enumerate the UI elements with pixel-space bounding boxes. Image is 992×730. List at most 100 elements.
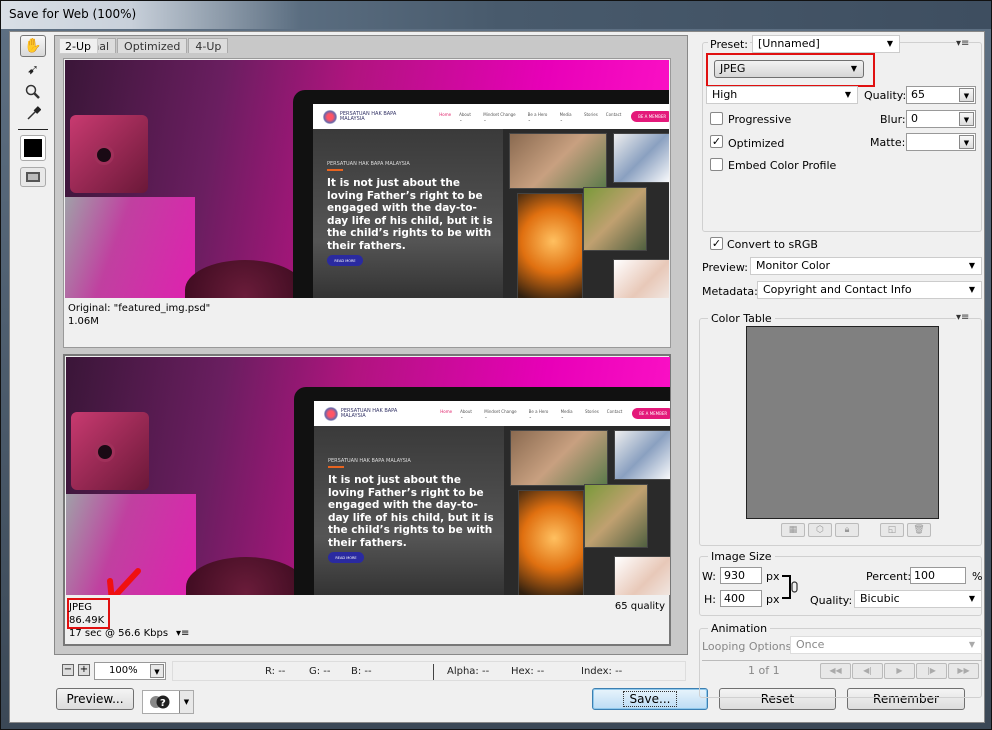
optimized-info: JPEG 86.49K 17 sec @ 56.6 Kbps ▾≡ <box>69 601 189 640</box>
last-frame-icon[interactable]: ▶▶ <box>948 663 979 679</box>
site-hero: PERSATUAN HAK BAPA MALAYSIA It is not ju… <box>314 426 504 595</box>
save-button[interactable]: Save... <box>592 688 708 710</box>
photo-collage <box>504 426 670 595</box>
preset-select[interactable]: [Unnamed] ▼ <box>752 35 900 53</box>
embed-color-profile-checkbox[interactable] <box>710 158 723 171</box>
slice-visibility-icon <box>26 172 40 182</box>
collage-photo <box>584 484 648 548</box>
optimized-file-size: 86.49K <box>69 615 105 626</box>
looping-options-select[interactable]: Once ▼ <box>790 636 982 654</box>
color-table[interactable] <box>746 326 939 519</box>
site-nav-link: Contact <box>606 408 623 414</box>
next-frame-icon[interactable]: |▶ <box>916 663 947 679</box>
chevron-down-icon: ▼ <box>886 39 893 48</box>
optimized-preview-pane[interactable]: PERSATUAN HAK BAPA MALAYSIA Home About ⌄… <box>63 354 671 646</box>
quality-input[interactable]: 65 ▼ <box>906 86 976 104</box>
optimized-image[interactable]: PERSATUAN HAK BAPA MALAYSIA Home About ⌄… <box>66 357 670 595</box>
site-logo-icon <box>323 109 337 124</box>
chevron-down-icon: ▼ <box>968 285 975 294</box>
optimized-checkbox[interactable]: ✓ <box>710 135 723 148</box>
readout-r: R: -- <box>265 666 286 677</box>
collage-photo <box>518 490 584 595</box>
quality-value: 65 <box>911 88 925 101</box>
tab-4-up[interactable]: 4-Up <box>188 38 229 53</box>
eyedropper-tool-button[interactable] <box>20 103 46 125</box>
convert-srgb-checkbox[interactable]: ✓ <box>710 237 723 250</box>
zoom-level-value: 100% <box>109 665 138 676</box>
collage-photo <box>614 556 670 595</box>
tab-2-up[interactable]: 2-Up <box>59 38 99 54</box>
zoom-out-button[interactable]: − <box>62 664 74 676</box>
zoom-in-button[interactable]: + <box>78 664 90 676</box>
web-shift-icon[interactable]: ⬡ <box>808 523 832 537</box>
blur-input[interactable]: 0 ▼ <box>906 110 976 128</box>
matte-select[interactable]: ▼ <box>906 133 976 151</box>
site-nav: PERSATUAN HAK BAPA MALAYSIA Home About ⌄… <box>314 401 670 426</box>
original-image[interactable]: PERSATUAN HAK BAPA MALAYSIA Home About ⌄… <box>65 60 669 298</box>
embed-color-profile-label: Embed Color Profile <box>728 159 837 172</box>
lock-icon[interactable]: 🔒︎ <box>835 523 859 537</box>
slice-select-tool-button[interactable]: ➹ <box>20 59 46 81</box>
chevron-down-icon[interactable]: ▼ <box>179 691 193 713</box>
collage-photo <box>583 187 647 251</box>
resample-quality-select[interactable]: Bicubic ▼ <box>854 590 982 608</box>
width-input[interactable]: 930 <box>720 567 762 584</box>
metadata-select[interactable]: Copyright and Contact Info ▼ <box>757 281 982 299</box>
height-input[interactable]: 400 <box>720 590 762 607</box>
view-tabs: Original Optimized 2-Up 4-Up <box>59 38 229 54</box>
readout-alpha: Alpha: -- <box>447 666 490 677</box>
svg-text:?: ? <box>160 698 166 709</box>
metadata-label: Metadata: <box>702 285 758 298</box>
hand-icon: ✋ <box>24 38 42 54</box>
progressive-checkbox[interactable] <box>710 112 723 125</box>
quality-label: Quality: <box>864 89 907 102</box>
constrain-proportions-link-icon[interactable] <box>782 574 798 600</box>
preview-select[interactable]: Monitor Color ▼ <box>750 257 982 275</box>
preset-menu-icon[interactable]: ▾≡ <box>956 38 970 49</box>
width-unit: px <box>766 570 780 583</box>
original-preview-pane[interactable]: PERSATUAN HAK BAPA MALAYSIA Home About ⌄… <box>63 58 671 348</box>
file-format-select[interactable]: JPEG ▼ <box>714 60 864 78</box>
site-nav-link: Contact <box>605 111 622 117</box>
play-icon[interactable]: ▶ <box>884 663 915 679</box>
animation-divider <box>702 660 982 661</box>
trash-icon[interactable]: 🗑︎ <box>907 523 931 537</box>
laptop-screen: PERSATUAN HAK BAPA MALAYSIA Home About ⌄… <box>314 401 670 595</box>
transparency-icon[interactable]: ▦ <box>781 523 805 537</box>
laptop-graphic: PERSATUAN HAK BAPA MALAYSIA Home About ⌄… <box>294 387 670 595</box>
toolbox-divider <box>18 129 48 130</box>
download-speed-menu-icon[interactable]: ▾≡ <box>176 628 189 639</box>
tab-optimized[interactable]: Optimized <box>117 38 188 53</box>
magnifier-icon <box>25 84 40 99</box>
browser-preview-select[interactable]: ? ▼ <box>142 690 194 714</box>
site-nav-link: Home <box>440 408 453 414</box>
chevron-down-icon[interactable]: ▼ <box>959 88 974 102</box>
zoom-level-select[interactable]: 100% ▼ <box>94 662 166 680</box>
chevron-down-icon[interactable]: ▼ <box>150 664 164 678</box>
site-kicker: PERSATUAN HAK BAPA MALAYSIA <box>327 161 410 167</box>
site-cta: BE A MEMBER <box>631 111 669 122</box>
blur-value: 0 <box>911 112 918 125</box>
kicker-underline <box>328 466 344 468</box>
color-table-menu-icon[interactable]: ▾≡ <box>956 312 970 323</box>
color-table-title: Color Table <box>708 312 775 325</box>
site-cta: BE A MEMBER <box>632 408 670 419</box>
preview-button[interactable]: Preview... <box>56 688 134 710</box>
save-button-label: Save... <box>622 691 678 707</box>
toggle-slice-visibility-button[interactable] <box>20 167 46 187</box>
zoom-tool-button[interactable] <box>20 81 46 103</box>
chevron-down-icon[interactable]: ▼ <box>959 112 974 126</box>
previous-frame-icon[interactable]: ◀| <box>852 663 883 679</box>
compression-quality-select[interactable]: High ▼ <box>706 86 858 104</box>
chevron-down-icon[interactable]: ▼ <box>959 135 974 149</box>
hand-tool-button[interactable]: ✋ <box>20 35 46 57</box>
collage-photo <box>613 133 669 183</box>
percent-input[interactable]: 100 <box>910 567 966 584</box>
new-color-icon[interactable]: ◱ <box>880 523 904 537</box>
eyedropper-color-swatch[interactable] <box>20 135 46 161</box>
site-nav-link: Be a Hero ⌄ <box>527 111 548 122</box>
first-frame-icon[interactable]: ◀◀ <box>820 663 851 679</box>
resample-quality-value: Bicubic <box>860 592 900 605</box>
collage-photo <box>613 259 669 298</box>
site-logo-text: PERSATUAN HAK BAPA MALAYSIA <box>339 110 397 122</box>
